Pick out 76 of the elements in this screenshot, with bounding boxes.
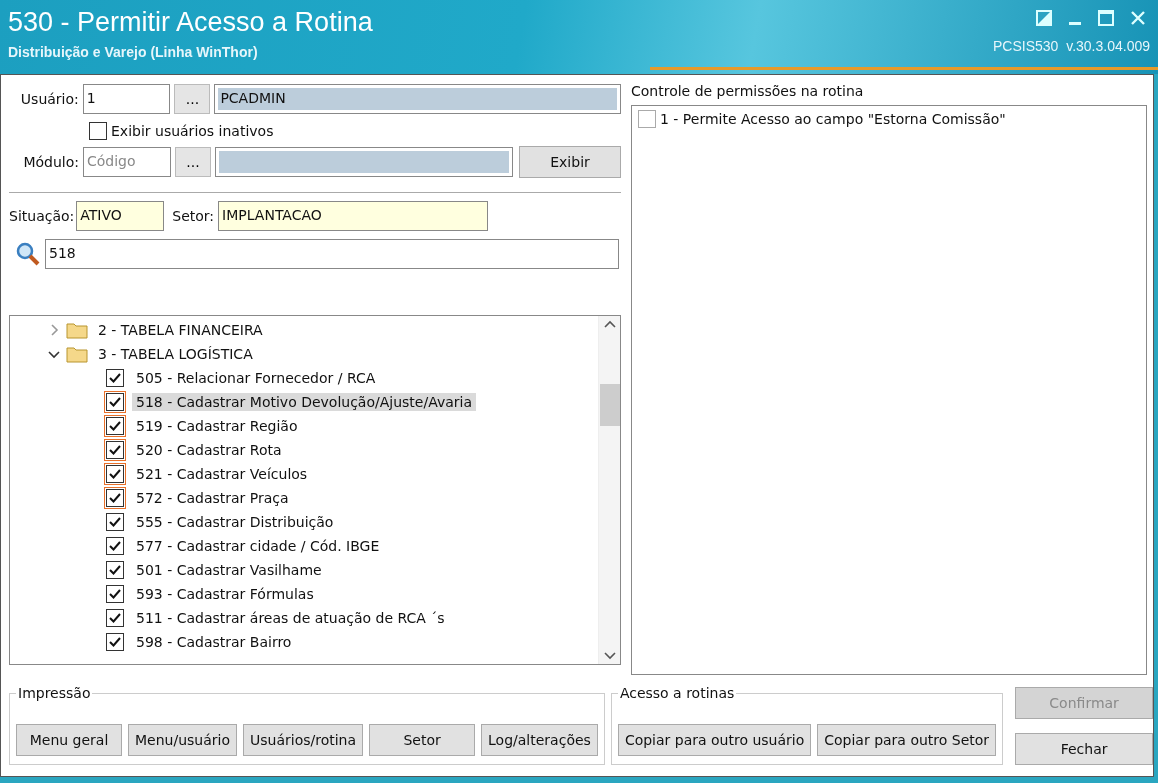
scrollbar-thumb[interactable]	[599, 384, 620, 426]
action-button[interactable]: Fechar	[1015, 733, 1154, 765]
lookup-button[interactable]: ...	[175, 147, 211, 177]
user-code-field[interactable]: 1	[82, 84, 171, 114]
checkbox[interactable]	[106, 561, 124, 579]
window-subtitle: Distribuição e Varejo (Linha WinThor)	[8, 44, 259, 60]
checkbox[interactable]	[106, 513, 124, 531]
permissions-title: Controle de permissões na rotina	[631, 83, 865, 99]
print-button[interactable]: Log/alterações	[481, 724, 598, 756]
group-title: Acesso a rotinas	[618, 685, 736, 701]
module-label: Módulo:	[22, 154, 79, 170]
checkmark-icon	[109, 397, 121, 407]
checkbox-label: Exibir usuários inativos	[111, 123, 274, 139]
sector-field: IMPLANTACAO	[218, 201, 489, 231]
chevron-up-icon[interactable]	[603, 320, 616, 328]
print-button[interactable]: Menu geral	[16, 724, 122, 756]
checkmark-icon	[109, 373, 121, 383]
tree-item[interactable]: 555 - Cadastrar Distribuição	[132, 513, 338, 531]
print-button[interactable]: Menu/usuário	[128, 724, 237, 756]
module-code-field[interactable]: Código	[83, 147, 171, 177]
chevron-right-icon[interactable]	[48, 324, 60, 336]
tree-item[interactable]: 519 - Cadastrar Região	[132, 417, 302, 435]
close-icon[interactable]	[1130, 10, 1146, 26]
tree-folder[interactable]: 2 - TABELA FINANCEIRA	[94, 321, 267, 339]
group-title: Impressão	[17, 685, 92, 701]
show-button[interactable]: Exibir	[519, 146, 621, 178]
folder-icon	[66, 345, 88, 363]
tree-item[interactable]: 572 - Cadastrar Praça	[132, 489, 293, 507]
search-field[interactable]: 518	[45, 239, 619, 269]
tree-item[interactable]: 598 - Cadastrar Bairro	[132, 633, 296, 651]
chevron-down-icon[interactable]	[603, 652, 616, 660]
maximize-icon[interactable]	[1098, 10, 1114, 26]
lookup-button[interactable]: ...	[174, 84, 211, 114]
tree-item[interactable]: 505 - Relacionar Fornecedor / RCA	[132, 369, 380, 387]
permission-label: 1 - Permite Acesso ao campo "Estorna Comissão"	[660, 111, 1006, 127]
checkmark-icon	[109, 589, 121, 599]
search-icon	[15, 241, 41, 267]
checkmark-icon	[109, 517, 121, 527]
checkmark-icon	[109, 541, 121, 551]
checkbox[interactable]	[106, 369, 124, 387]
tree-item[interactable]: 577 - Cadastrar cidade / Cód. IBGE	[132, 537, 384, 555]
tree-item[interactable]: 518 - Cadastrar Motivo Devolução/Ajuste/Avaria	[132, 393, 476, 411]
checkbox[interactable]	[106, 609, 124, 627]
window-title: 530 - Permitir Acesso a Rotina	[8, 6, 373, 38]
checkbox[interactable]	[106, 585, 124, 603]
tree-item[interactable]: 521 - Cadastrar Veículos	[132, 465, 312, 483]
checkmark-icon	[109, 613, 121, 623]
checkmark-icon	[109, 469, 121, 479]
checkbox[interactable]	[106, 537, 124, 555]
checkbox[interactable]	[638, 110, 656, 128]
checkmark-icon	[109, 637, 121, 647]
user-label: Usuário:	[19, 91, 79, 107]
version-label: PCSIS530 v.30.3.04.009	[993, 38, 1150, 54]
user-name-field: PCADMIN	[214, 84, 621, 114]
checkbox[interactable]	[106, 633, 124, 651]
checkbox[interactable]	[89, 122, 107, 140]
tree-item[interactable]: 593 - Cadastrar Fórmulas	[132, 585, 318, 603]
print-button[interactable]: Setor	[369, 724, 476, 756]
print-button[interactable]: Usuários/rotina	[243, 724, 364, 756]
chevron-down-icon[interactable]	[48, 348, 60, 360]
tree-item[interactable]: 511 - Cadastrar áreas de atuação de RCA ´s	[132, 609, 449, 627]
tree-folder[interactable]: 3 - TABELA LOGÍSTICA	[94, 345, 257, 363]
restore-icon[interactable]	[1036, 10, 1052, 26]
tree-item[interactable]: 501 - Cadastrar Vasilhame	[132, 561, 326, 579]
checkmark-icon	[109, 565, 121, 575]
status-field: ATIVO	[76, 201, 165, 231]
scrollbar[interactable]	[598, 316, 620, 664]
copy-button[interactable]: Copiar para outro Setor	[817, 724, 997, 756]
copy-button[interactable]: Copiar para outro usuário	[617, 724, 812, 756]
tree-item[interactable]: 520 - Cadastrar Rota	[132, 441, 286, 459]
folder-icon	[66, 321, 88, 339]
status-label: Situação:	[9, 208, 75, 224]
checkmark-icon	[109, 493, 121, 503]
checkmark-icon	[109, 445, 121, 455]
checkmark-icon	[109, 421, 121, 431]
sector-label: Setor:	[172, 208, 215, 224]
